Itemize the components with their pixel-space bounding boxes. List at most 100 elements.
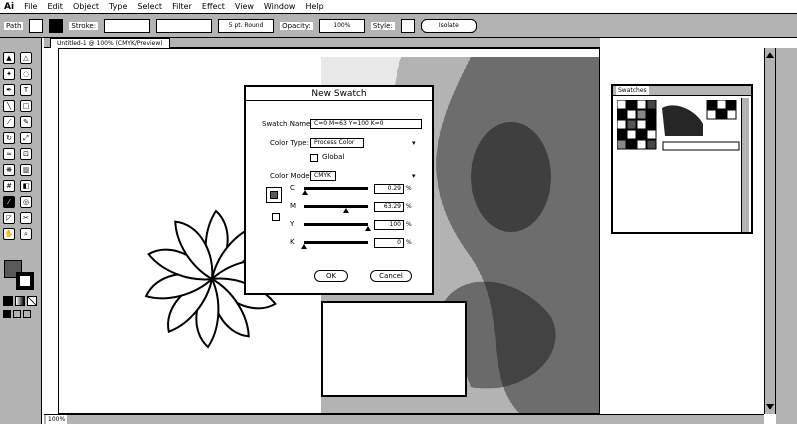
black-slider-thumb[interactable] — [301, 244, 307, 249]
swatch-name-label: Swatch Name: — [262, 120, 313, 128]
yellow-percent: % — [406, 221, 412, 228]
blend-tool-icon[interactable]: ◎ — [20, 196, 32, 208]
black-value-field[interactable]: 0 — [374, 238, 404, 248]
black-label: K — [290, 238, 295, 246]
global-checkbox[interactable] — [310, 154, 318, 162]
eyedropper-icon[interactable]: ⁄ — [3, 196, 15, 208]
scroll-down-arrow-icon[interactable] — [766, 404, 774, 410]
gradient-tool-icon[interactable]: ◧ — [20, 180, 32, 192]
black-slider[interactable] — [304, 241, 368, 244]
right-dock — [776, 48, 797, 424]
menu-filter[interactable]: Filter — [172, 2, 192, 11]
hand-tool-icon[interactable]: ✋ — [3, 228, 15, 240]
swatch-name-field[interactable]: C=0 M=63 Y=100 K=0 — [310, 119, 422, 129]
color-type-chevron-icon[interactable]: ▾ — [412, 139, 416, 147]
color-mode-dropdown[interactable]: CMYK — [310, 171, 336, 181]
pencil-icon[interactable]: ✎ — [20, 116, 32, 128]
brush-definition-dropdown[interactable]: 5 pt. Round — [218, 18, 275, 33]
slice-tool-icon[interactable]: ◸ — [3, 212, 15, 224]
graph-tool-icon[interactable]: ▥ — [20, 164, 32, 176]
swatches-tab[interactable]: Swatches — [616, 86, 649, 95]
menu-select[interactable]: Select — [137, 2, 162, 11]
paintbrush-icon[interactable]: ⁄ — [3, 116, 15, 128]
magenta-percent: % — [406, 203, 412, 210]
cyan-percent: % — [406, 185, 412, 192]
variable-width-dropdown[interactable] — [156, 18, 213, 33]
menu-view[interactable]: View — [235, 2, 254, 11]
color-mode-icon[interactable] — [3, 296, 13, 306]
zoom-tool-icon[interactable]: ⌕ — [20, 228, 32, 240]
selection-tool-icon[interactable]: ▲ — [3, 52, 15, 64]
cancel-button[interactable]: Cancel — [370, 270, 412, 282]
menu-bar: Ai File Edit Object Type Select Filter E… — [0, 0, 797, 14]
cyan-value-field[interactable]: 0.29 — [374, 184, 404, 194]
yellow-slider[interactable] — [304, 223, 368, 226]
lasso-icon[interactable]: ◌ — [20, 68, 32, 80]
pen-tool-icon[interactable]: ✒ — [3, 84, 15, 96]
document-tab[interactable]: Untitled-1 @ 100% (CMYK/Preview) — [50, 38, 170, 48]
screen-mode-icon[interactable] — [23, 310, 31, 318]
line-tool-icon[interactable]: ╲ — [3, 100, 15, 112]
swatch-cells — [616, 99, 740, 151]
gradient-mode-icon[interactable] — [15, 296, 25, 306]
out-of-gamut-icon[interactable] — [270, 191, 278, 199]
rotate-tool-icon[interactable]: ↻ — [3, 132, 15, 144]
zoom-level[interactable]: 100% — [46, 415, 68, 424]
direct-selection-tool-icon[interactable]: △ — [20, 52, 32, 64]
black-percent: % — [406, 239, 412, 246]
menu-file[interactable]: File — [24, 2, 37, 11]
cyan-slider-thumb[interactable] — [302, 190, 308, 195]
scissors-icon[interactable]: ✂ — [20, 212, 32, 224]
document-tab-bar: Untitled-1 @ 100% (CMYK/Preview) — [44, 38, 600, 48]
magic-wand-icon[interactable]: ✦ — [3, 68, 15, 80]
scale-tool-icon[interactable]: ⤢ — [20, 132, 32, 144]
magenta-slider[interactable] — [304, 205, 368, 208]
mesh-tool-icon[interactable]: # — [3, 180, 15, 192]
menu-type[interactable]: Type — [109, 2, 127, 11]
stroke-label: Stroke: — [69, 21, 99, 30]
stroke-swatch-button[interactable] — [49, 18, 64, 33]
menu-effect[interactable]: Effect — [202, 2, 225, 11]
color-type-label: Color Type: — [270, 139, 309, 147]
control-bar: Path Stroke: 5 pt. Round Opacity: 100% S… — [0, 14, 797, 38]
menu-help[interactable]: Help — [305, 2, 323, 11]
photo-frame-corner — [321, 301, 467, 397]
horizontal-scrollbar[interactable]: 100% — [44, 414, 764, 424]
stroke-color-icon[interactable] — [16, 272, 34, 290]
magenta-slider-thumb[interactable] — [343, 208, 349, 213]
menu-edit[interactable]: Edit — [47, 2, 63, 11]
new-swatch-dialog: New Swatch Swatch Name: C=0 M=63 Y=100 K… — [244, 85, 434, 295]
web-safe-icon[interactable] — [272, 213, 280, 221]
color-mode-chevron-icon[interactable]: ▾ — [412, 172, 416, 180]
app-logo[interactable]: Ai — [4, 2, 14, 12]
rectangle-tool-icon[interactable]: □ — [20, 100, 32, 112]
menu-window[interactable]: Window — [264, 2, 296, 11]
isolate-button[interactable]: Isolate — [420, 18, 477, 33]
yellow-value-field[interactable]: 100 — [374, 220, 404, 230]
stroke-weight-field[interactable] — [104, 18, 151, 33]
swatches-panel[interactable]: Swatches — [611, 84, 753, 234]
selection-type-label: Path — [4, 21, 24, 30]
magenta-value-field[interactable]: 63.29 — [374, 202, 404, 212]
none-mode-icon[interactable] — [27, 296, 37, 306]
warp-tool-icon[interactable]: ≈ — [3, 148, 15, 160]
menu-object[interactable]: Object — [73, 2, 99, 11]
symbol-sprayer-icon[interactable]: ❋ — [3, 164, 15, 176]
draw-normal-icon[interactable] — [3, 310, 11, 318]
color-type-dropdown[interactable]: Process Color — [310, 138, 364, 148]
free-transform-icon[interactable]: ⊡ — [20, 148, 32, 160]
graphic-style-swatch[interactable] — [400, 18, 415, 33]
tools-panel: ▲ △ ✦ ◌ ✒ T ╲ □ ⁄ ✎ ↻ ⤢ ≈ ⊡ ❋ ▥ # ◧ ⁄ ◎ … — [0, 38, 42, 424]
yellow-slider-thumb[interactable] — [365, 226, 371, 231]
ok-button[interactable]: OK — [314, 270, 348, 282]
swatches-scrollbar[interactable] — [741, 98, 749, 232]
type-tool-icon[interactable]: T — [20, 84, 32, 96]
opacity-field[interactable]: 100% — [318, 18, 365, 33]
fill-swatch-button[interactable] — [29, 18, 44, 33]
vertical-scrollbar[interactable] — [764, 48, 776, 414]
swatch-grid[interactable] — [616, 99, 743, 160]
cyan-slider[interactable] — [304, 187, 368, 190]
color-mode-label: Color Mode: — [270, 172, 312, 180]
draw-behind-icon[interactable] — [13, 310, 21, 318]
scroll-up-arrow-icon[interactable] — [766, 52, 774, 58]
